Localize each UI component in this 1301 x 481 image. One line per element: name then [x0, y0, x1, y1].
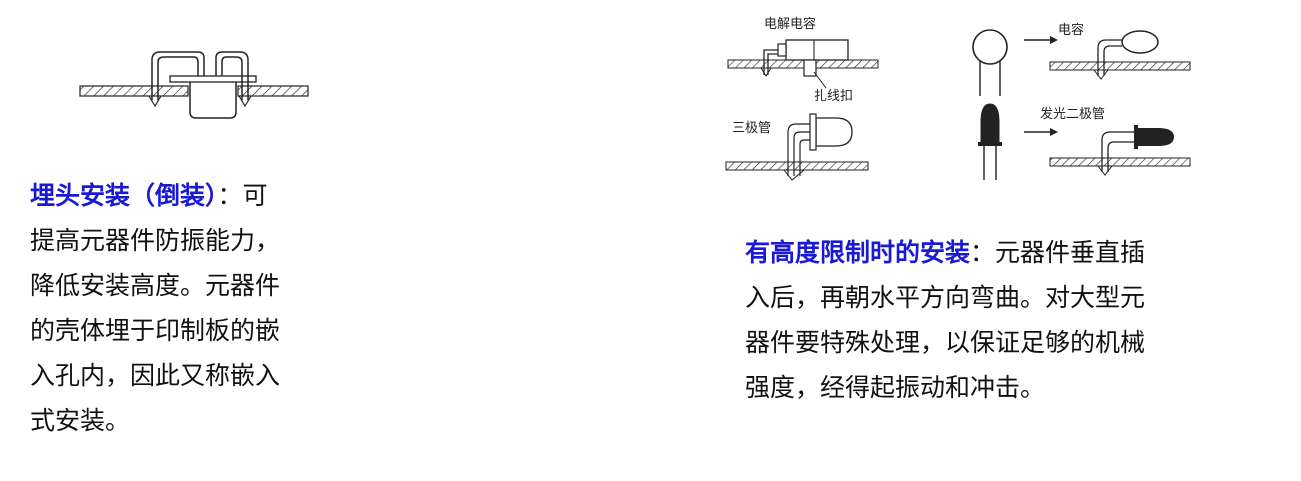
flush-mount-body: 可 提高元器件防振能力， 降低安装高度。元器件 的壳体埋于印制板的嵌 入孔内，因…	[30, 181, 281, 435]
label-transistor: 三极管	[732, 121, 771, 136]
height-limited-paragraph: 有高度限制时的安装：元器件垂直插 入后，再朝水平方向弯曲。对大型元 器件要特殊处…	[745, 230, 1215, 410]
label-led: 发光二极管	[1040, 106, 1105, 122]
label-cable-tie: 扎线扣	[814, 89, 853, 104]
label-capacitor: 电容	[1058, 22, 1084, 38]
flush-mount-diagram	[70, 40, 320, 130]
height-limited-colon: ：	[970, 238, 996, 267]
label-electrolytic-capacitor: 电解电容	[764, 16, 816, 32]
flush-mount-heading: 埋头安装（倒装）	[30, 181, 218, 210]
flush-mount-paragraph: 埋头安装（倒装）：可 提高元器件防振能力， 降低安装高度。元器件 的壳体埋于印制…	[30, 173, 330, 443]
flush-mount-colon: ：	[217, 181, 243, 210]
height-limited-heading: 有高度限制时的安装	[745, 238, 971, 267]
height-limited-diagram: 电解电容 扎线扣 三极管 电容 发光二极管	[718, 0, 1198, 190]
